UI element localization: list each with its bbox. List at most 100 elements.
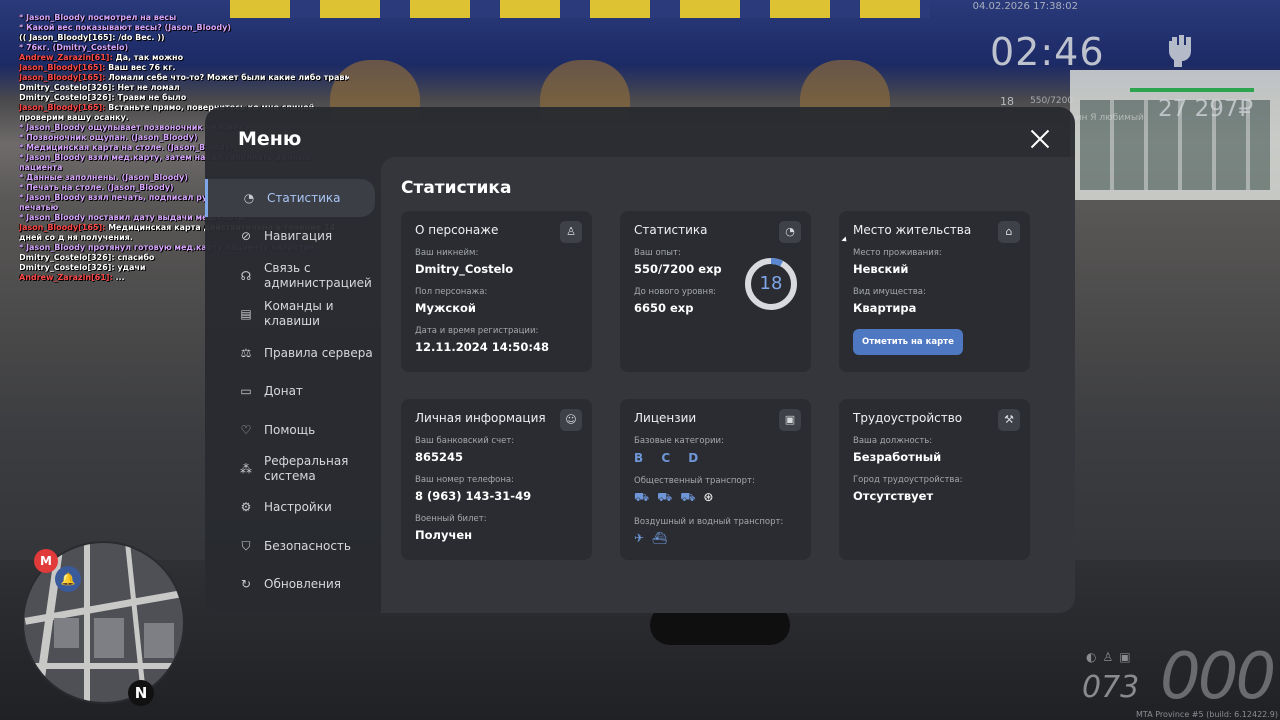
chat-line: Dmitry_Costelo[326]: Нет не ломал xyxy=(19,83,349,93)
chat-nick: Jason_Bloody[165]: xyxy=(19,103,106,112)
bank-label: Ваш банковский счет: xyxy=(415,436,515,446)
air-water-icons: ✈⛴ xyxy=(634,531,797,545)
public-transport-label: Общественный транспорт: xyxy=(634,476,755,486)
wallet-icon: ▭ xyxy=(240,384,252,398)
hud-datetime: 04.02.2026 17:38:02 xyxy=(972,1,1078,12)
job-city-value: Отсутствует xyxy=(853,489,934,503)
shield-icon: ⛉ xyxy=(241,539,251,553)
nav-item-label: Реферальная система xyxy=(264,454,349,483)
tram-icon: ⛟ xyxy=(680,490,704,504)
chat-line: Jason_Bloody[165]: Ломали себе что-то? М… xyxy=(19,73,349,83)
nav-item-label: Навигация xyxy=(264,228,333,243)
close-button[interactable] xyxy=(1029,128,1051,150)
chat-line: Andrew_Zarazin[61]: Да, так можно xyxy=(19,53,349,63)
nav-item-label: Команды и клавиши xyxy=(264,299,334,328)
pie-chart-icon: ◔ xyxy=(779,221,801,243)
fist-icon xyxy=(1169,35,1191,67)
chat-line: * Jason_Bloody посмотрел на весы xyxy=(19,13,177,22)
mark-on-map-button[interactable]: Отметить на карте xyxy=(853,329,963,355)
chat-message: ... xyxy=(112,273,125,282)
level-number: 18 xyxy=(759,273,783,294)
gear-icon: ⚙ xyxy=(240,500,252,514)
chat-nick: Jason_Bloody[165]: xyxy=(19,63,106,72)
chat-message: Травм не было xyxy=(114,93,187,102)
hud-clock: 02:46 xyxy=(990,30,1105,74)
hammer-icon: ⚒ xyxy=(998,409,1020,431)
military-value: Получен xyxy=(415,528,473,542)
nav-item-wallet[interactable]: ▭ Донат xyxy=(205,372,375,410)
nav-item-refresh-check[interactable]: ↻ Обновления xyxy=(205,565,375,603)
chat-message: спасибо xyxy=(114,253,155,262)
chat-line: (( Jason_Bloody[165]: /do Вес. )) xyxy=(19,33,165,42)
nav-item-shield[interactable]: ⛉ Безопасность xyxy=(205,527,375,565)
nav-item-document[interactable]: ▤ Команды и клавиши xyxy=(205,295,375,333)
nav-item-label: Донат xyxy=(264,383,303,398)
health-bar xyxy=(1130,88,1254,92)
base-categories-label: Базовые категории: xyxy=(634,436,724,446)
license-card-icon: ▣ xyxy=(779,409,801,431)
nav-item-label: Настройки xyxy=(264,499,332,514)
nav-item-scales[interactable]: ⚖ Правила сервера xyxy=(205,334,375,372)
user-circle-icon: ☺ xyxy=(560,409,582,431)
metro-marker-icon: М xyxy=(34,549,58,573)
card-title: Статистика xyxy=(634,223,708,237)
chat-nick: Dmitry_Costelo[326]: xyxy=(19,83,115,92)
headset-icon: ☊ xyxy=(240,269,252,283)
chat-nick: Dmitry_Costelo[326]: xyxy=(19,253,115,262)
chat-nick: Jason_Bloody[165]: xyxy=(19,73,106,82)
nav-item-compass[interactable]: ⊘ Навигация xyxy=(205,217,375,255)
fuel-readout: 073 xyxy=(1082,670,1140,705)
air-water-label: Воздушный и водный транспорт: xyxy=(634,517,784,527)
gender-value: Мужской xyxy=(415,301,476,315)
chat-line: Dmitry_Costelo[326]: Травм не было xyxy=(19,93,349,103)
position-value: Безработный xyxy=(853,450,942,464)
reg-label: Дата и время регистрации: xyxy=(415,326,539,336)
chat-line: Jason_Bloody[165]: Ваш вес 76 кг. xyxy=(19,63,349,73)
chat-line: * 76кг. (Dmitry_Costelo) xyxy=(19,43,129,52)
nav-item-gear[interactable]: ⚙ Настройки xyxy=(205,488,375,526)
nav-item-network[interactable]: ⁂ Реферальная система xyxy=(205,450,375,488)
chat-message: удачи xyxy=(114,263,146,272)
heart-hand-icon: ♡ xyxy=(240,423,252,437)
chat-message: Ломали себе что-то? Может были какие либ… xyxy=(105,73,349,82)
chat-message: Нет не ломал xyxy=(114,83,180,92)
nav-item-pie-chart[interactable]: ◔ Статистика xyxy=(205,179,375,217)
card-title: Лицензии xyxy=(634,411,697,425)
compass-icon: ⊘ xyxy=(240,229,252,243)
vehicle-status-icons: ◐♙▣ xyxy=(1086,650,1137,664)
menu-title: Меню xyxy=(238,128,302,150)
chat-line: * Какой вес показывают весы? (Jason_Bloo… xyxy=(19,23,231,32)
chat-nick: Dmitry_Costelo[326]: xyxy=(19,93,115,102)
bank-value: 865245 xyxy=(415,450,464,464)
bus-icon: ⛟ xyxy=(634,490,658,504)
card-title: Место жительства xyxy=(853,223,972,237)
nav-item-label: Обновления xyxy=(264,576,342,591)
nav-item-heart-hand[interactable]: ♡ Помощь xyxy=(205,411,375,449)
boat-icon: ⛴ xyxy=(652,531,676,545)
nav-item-label: Статистика xyxy=(267,190,341,205)
card-title: О персонаже xyxy=(415,223,499,237)
speedometer: 000 xyxy=(1160,640,1276,714)
nav-item-headset[interactable]: ☊ Связь с администрацией xyxy=(205,257,375,295)
phone-label: Ваш номер телефона: xyxy=(415,475,514,485)
content-title: Статистика xyxy=(401,178,512,198)
chat-nick: Andrew_Zarazin[61]: xyxy=(19,53,113,62)
plane-icon: ✈ xyxy=(634,531,653,545)
chat-message: Да, так можно xyxy=(112,53,184,62)
public-transport-icons: ⛟⛟⛟⊛ xyxy=(634,490,797,506)
pie-chart-icon: ◔ xyxy=(243,191,255,205)
nav-item-label: Правила сервера xyxy=(264,345,373,360)
network-icon: ⁂ xyxy=(240,462,252,476)
place-value: Невский xyxy=(853,262,909,276)
card-residence: Место жительства ⌂ Место проживания: Нев… xyxy=(839,211,1030,372)
base-categories-value: B C D xyxy=(634,451,706,465)
card-title: Личная информация xyxy=(415,411,546,425)
gender-label: Пол персонажа: xyxy=(415,287,488,297)
nick-label: Ваш никнейм: xyxy=(415,248,479,258)
document-icon: ▤ xyxy=(240,307,252,321)
nav-item-label: Связь с администрацией xyxy=(264,261,372,290)
card-person: О персонаже ♙ Ваш никнейм: Dmitry_Costel… xyxy=(401,211,592,372)
property-label: Вид имущества: xyxy=(853,287,926,297)
hud-money: 27 297₽ xyxy=(1158,96,1254,122)
nav-item-label: Помощь xyxy=(264,422,316,437)
